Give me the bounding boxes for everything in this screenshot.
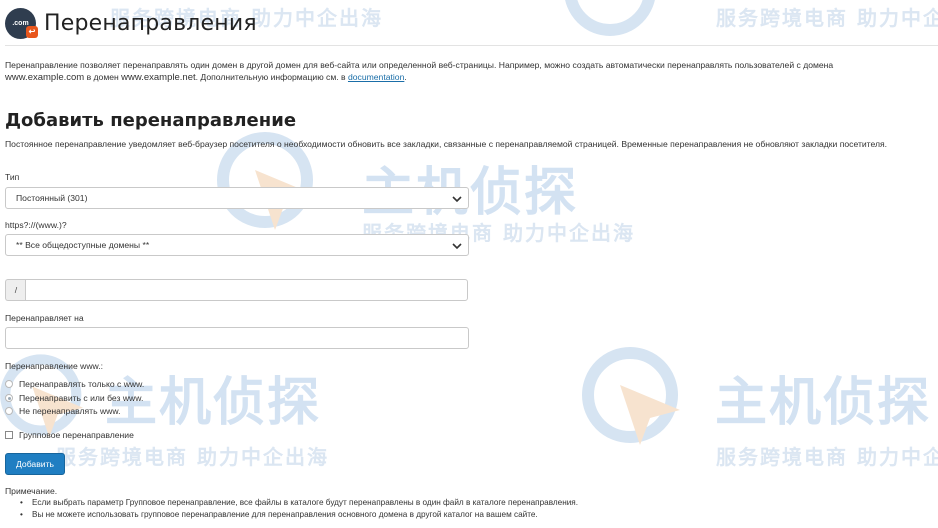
watermark-slogan: 服务跨境电商 助力中企出海 <box>56 445 329 469</box>
icon-label: .com <box>12 19 29 27</box>
wildcard-checkbox[interactable] <box>5 431 13 439</box>
page-header: .com ↩ Перенаправления <box>5 5 257 41</box>
chevron-down-icon <box>452 196 462 203</box>
note-title: Примечание. <box>5 486 58 496</box>
redirect-arrow-icon: ↩ <box>26 25 38 38</box>
domain-label: https?://(www.)? <box>5 220 67 230</box>
radio-label: Перенаправлять только с www. <box>19 379 145 389</box>
path-prefix: / <box>5 279 26 301</box>
list-item: Вы не можете использовать групповое пере… <box>20 509 578 521</box>
www-option-only[interactable]: Перенаправлять только с www. <box>5 379 144 389</box>
domain-select-value: ** Все общедоступные домены ** <box>16 240 150 250</box>
domain-redirect-icon: .com ↩ <box>5 7 38 39</box>
watermark-logo-icon <box>582 347 680 445</box>
section-title: Добавить перенаправление <box>5 110 297 131</box>
section-description: Постоянное перенаправление уведомляет ве… <box>5 139 888 149</box>
example-domain: www.example.net <box>121 72 196 83</box>
radio-button[interactable] <box>5 394 13 402</box>
radio-button[interactable] <box>5 407 13 415</box>
example-domain: www.example.com <box>5 72 85 83</box>
target-url-input[interactable] <box>5 327 469 349</box>
radio-label: Перенаправить с или без www. <box>19 393 144 403</box>
intro-part: . <box>404 72 407 82</box>
watermark-brand: 主机侦探 <box>715 373 932 433</box>
title-divider <box>5 45 938 46</box>
note-list: Если выбрать параметр Групповое перенапр… <box>20 497 578 521</box>
documentation-link[interactable]: documentation <box>348 72 404 82</box>
radio-label: Не перенаправлять www. <box>19 406 121 416</box>
list-item: Если выбрать параметр Групповое перенапр… <box>20 497 578 509</box>
type-select[interactable]: Постоянный (301) <box>5 187 469 209</box>
add-button[interactable]: Добавить <box>5 453 65 475</box>
wildcard-option[interactable]: Групповое перенаправление <box>5 430 134 440</box>
www-option-both[interactable]: Перенаправить с или без www. <box>5 393 143 403</box>
intro-part: в домен <box>84 72 122 82</box>
domain-select[interactable]: ** Все общедоступные домены ** <box>5 234 469 256</box>
type-label: Тип <box>5 172 20 182</box>
www-label: Перенаправление www.: <box>5 361 104 371</box>
wildcard-label: Групповое перенаправление <box>19 430 134 440</box>
radio-button[interactable] <box>5 380 13 388</box>
type-select-value: Постоянный (301) <box>16 193 88 203</box>
intro-part: . Дополнительную информацию см. в <box>195 72 348 82</box>
watermark-slogan: 服务跨境电商 助力中企出海 <box>716 445 938 469</box>
path-input[interactable] <box>25 279 468 301</box>
chevron-down-icon <box>452 243 462 250</box>
intro-part: Перенаправление позволяет перенаправлять… <box>5 60 834 70</box>
target-label: Перенаправляет на <box>5 313 84 323</box>
watermark-logo-icon <box>565 0 655 36</box>
watermark-slogan: 服务跨境电商 助力中企出海 <box>716 6 938 30</box>
www-option-none[interactable]: Не перенаправлять www. <box>5 406 120 416</box>
page-title: Перенаправления <box>44 10 257 36</box>
intro-text: Перенаправление позволяет перенаправлять… <box>5 59 905 84</box>
